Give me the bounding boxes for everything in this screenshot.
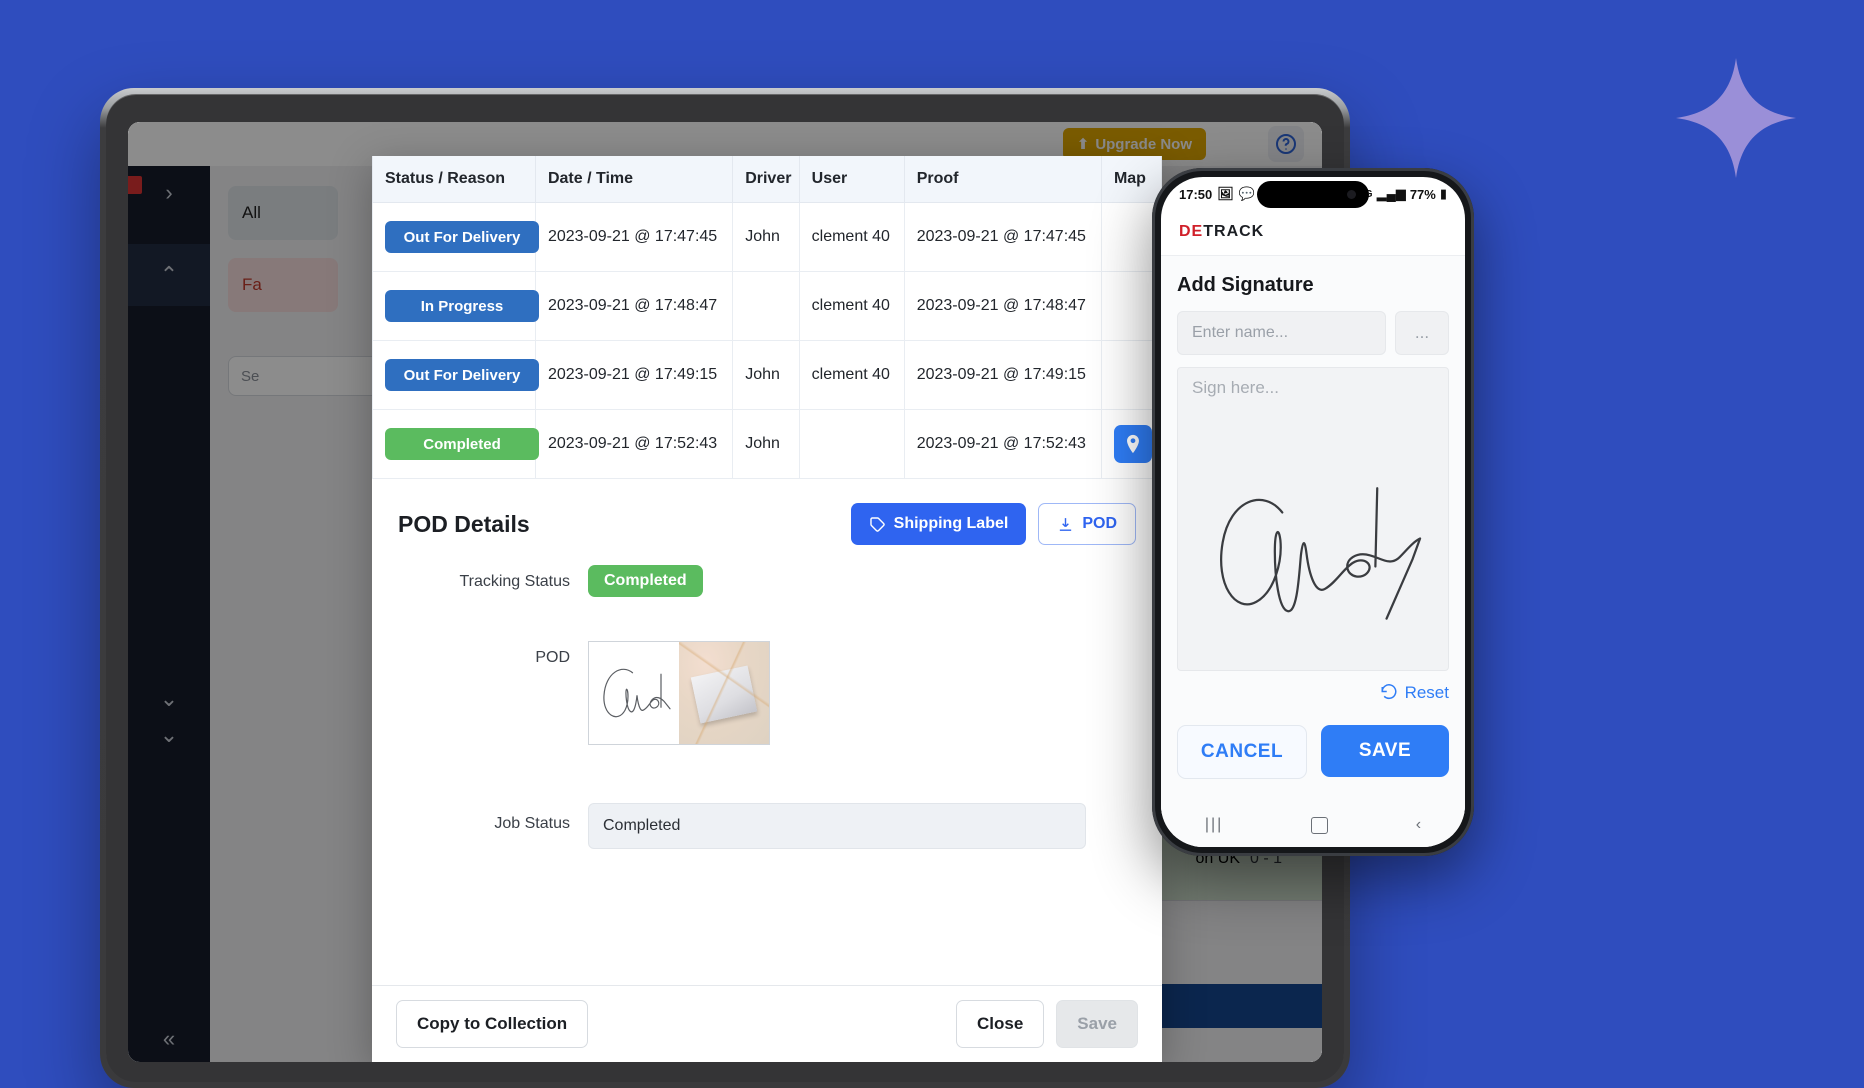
table-row: Out For Delivery 2023-09-21 @ 17:47:45 J… — [372, 202, 1162, 272]
pod-image-row: POD — [372, 611, 1162, 759]
job-details-modal: Status / Reason Date / Time Driver User … — [372, 156, 1162, 1062]
cell-user — [798, 409, 905, 479]
col-proof: Proof — [903, 156, 1102, 203]
cell-datetime: 2023-09-21 @ 17:47:45 — [534, 202, 734, 272]
back-icon[interactable]: ‹ — [1416, 816, 1421, 834]
cell-driver: John — [732, 202, 800, 272]
col-date-time: Date / Time — [534, 156, 734, 203]
download-icon — [1060, 517, 1072, 531]
copy-to-collection-button[interactable]: Copy to Collection — [396, 1000, 589, 1048]
cell-driver — [732, 271, 800, 341]
modal-footer: Copy to Collection Close Save — [372, 985, 1162, 1062]
modal-body: Status / Reason Date / Time Driver User … — [372, 156, 1162, 985]
cell-datetime: 2023-09-21 @ 17:49:15 — [534, 340, 734, 410]
name-row: Enter name... ... — [1177, 311, 1449, 355]
table-row: Completed 2023-09-21 @ 17:52:43 John 202… — [372, 409, 1162, 479]
rotate-ccw-icon — [1381, 684, 1397, 700]
recents-icon[interactable]: ||| — [1205, 816, 1223, 834]
cell-proof: 2023-09-21 @ 17:48:47 — [903, 271, 1102, 341]
close-button[interactable]: Close — [956, 1000, 1045, 1048]
pod-details-header: POD Details Shipping Label POD — [372, 479, 1162, 551]
cell-driver: John — [732, 409, 800, 479]
page-title: POD Details — [398, 510, 530, 537]
add-signature-screen: Add Signature Enter name... ... Sign her… — [1161, 256, 1465, 836]
download-pod-button[interactable]: POD — [1038, 503, 1136, 545]
home-icon[interactable] — [1311, 816, 1329, 834]
shipping-label-button[interactable]: Shipping Label — [850, 503, 1027, 545]
signature-drawing-icon — [1220, 487, 1422, 620]
status-badge: Out For Delivery — [385, 359, 539, 391]
pod-label: POD — [535, 649, 570, 666]
map-pin-icon — [1126, 434, 1139, 454]
shipping-label-text: Shipping Label — [893, 515, 1009, 532]
status-right: 4G ▂▄▆ 77% ▮ — [1359, 186, 1447, 202]
cell-proof: 2023-09-21 @ 17:49:15 — [903, 340, 1102, 410]
status-badge: Completed — [385, 428, 539, 460]
job-status-value: Completed — [588, 803, 1086, 849]
job-status-row: Job Status Completed — [372, 759, 1162, 863]
sparkle-decoration — [1676, 58, 1796, 178]
phone-screen: 17:50 🖼 💬 ➤ • 4G ▂▄▆ 77% ▮ DETRACK Add S… — [1161, 177, 1465, 847]
tablet-screen: ⬆ Upgrade Now › ⌃ ⌄ ⌄ « All Fa Se on UK … — [128, 122, 1322, 1062]
signature-icon — [603, 668, 671, 718]
brand-track: TRACK — [1203, 223, 1265, 240]
brand-de: DE — [1179, 223, 1204, 240]
pod-actions: Shipping Label POD — [850, 503, 1136, 545]
image-icon: 🖼 — [1217, 186, 1234, 201]
cell-driver: John — [732, 340, 800, 410]
col-status-reason: Status / Reason — [372, 156, 536, 203]
table-row: In Progress 2023-09-21 @ 17:48:47 clemen… — [372, 271, 1162, 341]
cell-datetime: 2023-09-21 @ 17:52:43 — [534, 409, 734, 479]
log-header-row: Status / Reason Date / Time Driver User … — [372, 156, 1162, 203]
job-status-label: Job Status — [494, 815, 570, 832]
tag-icon — [869, 516, 885, 532]
col-driver: Driver — [732, 156, 800, 203]
download-pod-text: POD — [1082, 515, 1117, 532]
detrack-logo-icon: DETRACK — [1179, 223, 1447, 241]
cell-proof: 2023-09-21 @ 17:47:45 — [903, 202, 1102, 272]
more-options-button[interactable]: ... — [1395, 311, 1449, 355]
cell-user: clement 40 — [798, 202, 905, 272]
battery-icon: ▮ — [1439, 186, 1447, 201]
tracking-status-badge: Completed — [588, 565, 703, 597]
tracking-status-row: Tracking Status Completed — [372, 551, 1162, 611]
cell-user: clement 40 — [798, 340, 905, 410]
cancel-button[interactable]: CANCEL — [1177, 725, 1307, 779]
cell-user: clement 40 — [798, 271, 905, 341]
battery-percent: 77% — [1409, 186, 1436, 202]
col-map: Map — [1100, 156, 1162, 203]
save-button[interactable]: Save — [1056, 1000, 1138, 1048]
status-badge: Out For Delivery — [385, 221, 539, 253]
detrack-brand: DETRACK — [1161, 211, 1465, 256]
signature-canvas[interactable]: Sign here... — [1177, 367, 1449, 671]
phone-status-bar: 17:50 🖼 💬 ➤ • 4G ▂▄▆ 77% ▮ — [1161, 177, 1465, 211]
cell-datetime: 2023-09-21 @ 17:48:47 — [534, 271, 734, 341]
dynamic-island — [1257, 181, 1369, 208]
status-log-table: Status / Reason Date / Time Driver User … — [372, 156, 1162, 479]
save-button[interactable]: SAVE — [1321, 725, 1449, 777]
pod-signature-thumb — [589, 642, 679, 744]
tracking-status-label: Tracking Status — [459, 573, 570, 590]
pod-thumbnail[interactable] — [588, 641, 770, 745]
table-row: Out For Delivery 2023-09-21 @ 17:49:15 J… — [372, 340, 1162, 410]
reset-button[interactable]: Reset — [1177, 683, 1449, 703]
pod-photo-thumb — [679, 642, 769, 744]
phone-action-buttons: CANCEL SAVE — [1177, 725, 1449, 779]
status-time: 17:50 — [1179, 186, 1213, 202]
name-input[interactable]: Enter name... — [1177, 311, 1386, 355]
status-badge: In Progress — [385, 290, 539, 322]
cell-proof: 2023-09-21 @ 17:52:43 — [903, 409, 1102, 479]
reset-label: Reset — [1404, 683, 1449, 702]
screen-title: Add Signature — [1177, 274, 1314, 296]
view-on-map-button[interactable] — [1113, 425, 1152, 463]
signal-icon: ▂▄▆ — [1376, 186, 1406, 201]
chat-icon: 💬 — [1238, 186, 1255, 201]
phone-device: 17:50 🖼 💬 ➤ • 4G ▂▄▆ 77% ▮ DETRACK Add S… — [1152, 168, 1474, 856]
col-user: User — [798, 156, 905, 203]
android-nav-bar: ||| ‹ — [1161, 803, 1465, 847]
